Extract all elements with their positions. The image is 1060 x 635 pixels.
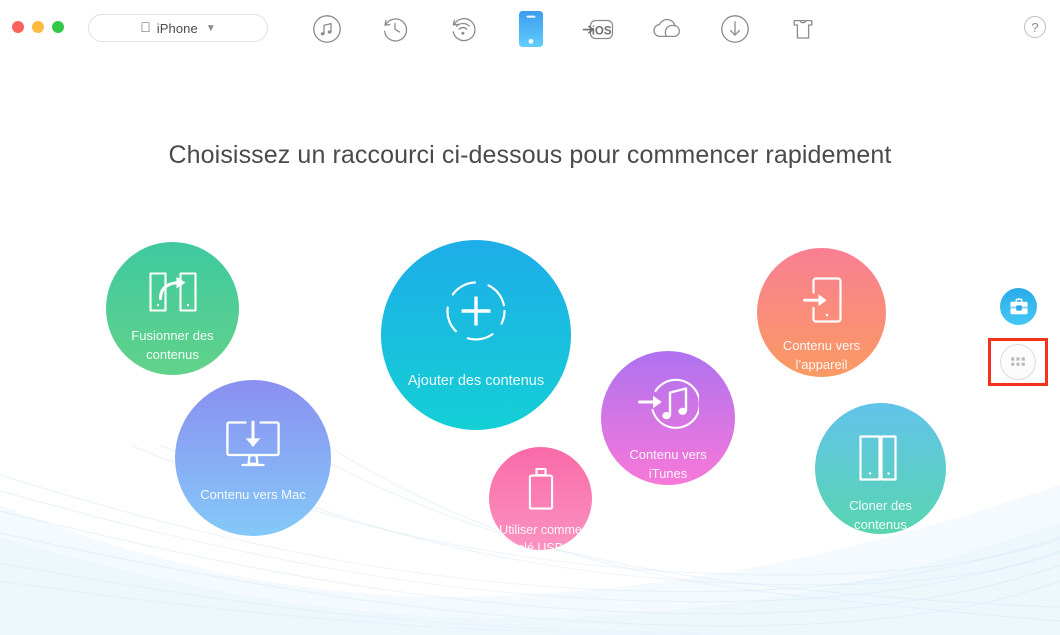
shortcuts-area: Fusionner des contenus Ajouter des conte…: [0, 0, 1060, 635]
device-selector[interactable]:  iPhone ▼: [88, 14, 268, 42]
close-button[interactable]: [12, 21, 24, 33]
help-button[interactable]: ?: [1024, 16, 1046, 38]
toolbox-icon: [1009, 298, 1028, 314]
shortcut-label: Ajouter des contenus: [407, 373, 545, 389]
toolbar-item-ringtone[interactable]: [781, 8, 825, 50]
traffic-lights: [12, 21, 64, 33]
shortcut-content-to-device[interactable]: Contenu vers l’appareil: [757, 248, 886, 377]
device-name-label: iPhone: [151, 20, 198, 36]
toolbar-item-device[interactable]: [509, 8, 553, 50]
shortcut-label: Fusionner des contenus: [131, 328, 214, 362]
download-icon: [721, 15, 749, 43]
shortcut-add-contents[interactable]: Ajouter des contenus: [381, 240, 571, 430]
apps-highlight-box: [988, 338, 1048, 386]
apps-grid-button[interactable]: [1000, 344, 1036, 380]
two-phones-clone-icon: [857, 433, 905, 483]
shortcut-content-to-itunes[interactable]: Contenu vers iTunes: [601, 351, 735, 485]
add-plus-dashed-circle-icon: [442, 277, 510, 345]
side-rail: [988, 288, 1048, 386]
music-icon: [313, 15, 341, 43]
shortcut-clone-contents[interactable]: Cloner des contenus: [815, 403, 946, 534]
apple-logo-icon: : [140, 20, 151, 34]
phone-arrow-in-icon: [802, 275, 842, 325]
main-toolbar: iOS: [305, 8, 825, 50]
merge-phones-arrow-icon: [147, 270, 199, 314]
to-ios-icon: iOS: [582, 19, 614, 40]
window-titlebar:  iPhone ▼: [0, 0, 1060, 57]
minimize-button[interactable]: [32, 21, 44, 33]
toolbar-item-airdrop[interactable]: [441, 8, 485, 50]
monitor-download-icon: [224, 419, 282, 469]
shortcut-label: Utiliser comme clé USB: [499, 523, 582, 550]
device-phone-icon: [519, 11, 543, 47]
cloud-icon: [653, 18, 680, 38]
chevron-down-icon: ▼: [200, 23, 216, 34]
help-label: ?: [1031, 19, 1039, 35]
history-clock-icon: [383, 18, 408, 42]
usb-drive-icon: [526, 467, 556, 511]
ringtone-shirt-icon: [793, 19, 813, 39]
shortcut-label: Contenu vers l’appareil: [782, 338, 861, 372]
shortcut-label: Contenu vers Mac: [200, 487, 306, 502]
airdrop-wifi-icon: [452, 18, 476, 42]
shortcut-label: Cloner des contenus: [849, 498, 912, 532]
svg-text:iOS: iOS: [592, 25, 612, 37]
toolbar-item-cloud[interactable]: [645, 8, 689, 50]
page-title: Choisissez un raccourci ci-dessous pour …: [168, 141, 892, 169]
shortcut-merge-contents[interactable]: Fusionner des contenus: [106, 242, 239, 375]
zoom-button[interactable]: [52, 21, 64, 33]
toolbox-button[interactable]: [1000, 288, 1037, 325]
music-note-arrow-in-icon: [637, 376, 699, 432]
shortcut-content-to-mac[interactable]: Contenu vers Mac: [175, 380, 331, 536]
apps-grid-icon: [1011, 357, 1025, 366]
toolbar-item-download[interactable]: [713, 8, 757, 50]
shortcut-label: Contenu vers iTunes: [629, 447, 707, 481]
app-window:  iPhone ▼: [0, 0, 1060, 635]
toolbar-item-music[interactable]: [305, 8, 349, 50]
toolbar-item-to-ios[interactable]: iOS: [577, 8, 621, 50]
shortcut-use-as-usb[interactable]: Utiliser comme clé USB: [489, 447, 592, 550]
toolbar-item-history[interactable]: [373, 8, 417, 50]
